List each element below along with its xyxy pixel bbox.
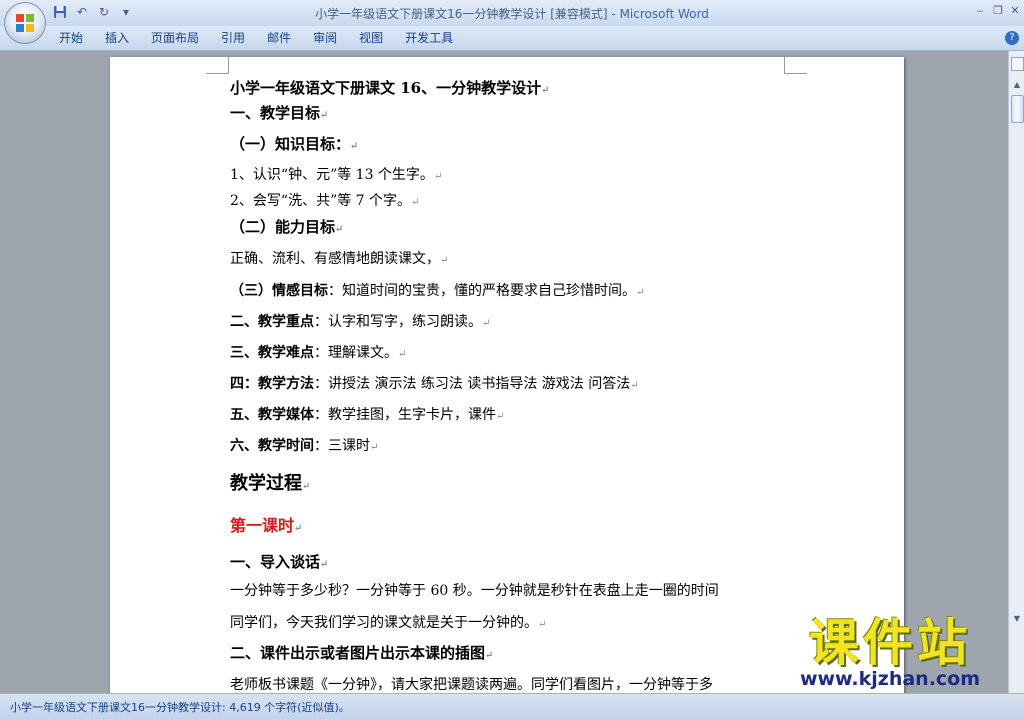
doc-heading: 二、课件出示或者图片出示本课的插图↵: [230, 644, 494, 662]
watermark-url: www.kjzhan.com: [799, 668, 981, 690]
margin-corner-mark: [784, 57, 807, 74]
ruler-toggle-icon[interactable]: [1011, 57, 1024, 71]
doc-paragraph: 一分钟等于多少秒？一分钟等于 60 秒。一分钟就是秒针在表盘上走一圈的时间: [230, 583, 719, 599]
doc-section-heading: 教学过程↵: [230, 473, 311, 494]
office-logo-icon: [16, 14, 34, 32]
tab-references[interactable]: 引用: [210, 26, 256, 50]
tab-mailings[interactable]: 邮件: [256, 26, 302, 50]
doc-paragraph: 老师板书课题《一分钟》，请大家把课题读两遍。同学们看图片，一分钟等于多: [230, 677, 713, 693]
doc-paragraph: 正确、流利、有感情地朗读课文，↵: [230, 251, 449, 267]
doc-subheading: （二）能力目标↵: [230, 218, 344, 236]
restore-icon[interactable]: ❐: [990, 2, 1006, 20]
scroll-down-icon[interactable]: ▼: [1009, 611, 1024, 627]
help-icon[interactable]: ?: [1005, 31, 1019, 45]
margin-corner-mark: [206, 57, 229, 74]
scroll-thumb[interactable]: [1011, 95, 1024, 123]
minimize-icon[interactable]: ‒: [972, 2, 988, 20]
document-title: 小学一年级语文下册课文16一分钟教学设计 [兼容模式]: [315, 7, 608, 21]
document-workspace: 小学一年级语文下册课文 16、一分钟教学设计↵ 一、教学目标↵ （一）知识目标：…: [0, 51, 1008, 693]
tab-developer[interactable]: 开发工具: [394, 26, 464, 50]
doc-paragraph: 五、教学媒体：教学挂图，生字卡片，课件↵: [230, 407, 505, 423]
doc-paragraph: 1、认识“钟、元”等 13 个生字。↵: [230, 167, 443, 183]
window-title: 小学一年级语文下册课文16一分钟教学设计 [兼容模式] - Microsoft …: [0, 5, 1024, 22]
doc-paragraph: 2、会写“洗、共”等 7 个字。↵: [230, 193, 420, 209]
office-button[interactable]: [4, 2, 46, 44]
watermark-title: 课件站: [809, 614, 971, 672]
close-icon[interactable]: ✕: [1007, 2, 1023, 20]
document-page[interactable]: 小学一年级语文下册课文 16、一分钟教学设计↵ 一、教学目标↵ （一）知识目标：…: [110, 57, 904, 693]
tab-review[interactable]: 审阅: [302, 26, 348, 50]
tab-insert[interactable]: 插入: [94, 26, 140, 50]
doc-subheading: （一）知识目标：↵: [230, 135, 359, 153]
tab-view[interactable]: 视图: [348, 26, 394, 50]
doc-title: 小学一年级语文下册课文 16、一分钟教学设计↵: [230, 79, 550, 97]
word-count-status[interactable]: 小学一年级语文下册课文16一分钟教学设计: 4,619 个字符(近似值)。: [10, 699, 350, 715]
doc-heading: 一、教学目标↵: [230, 104, 329, 122]
tab-home[interactable]: 开始: [48, 26, 94, 50]
doc-paragraph: 六、教学时间：三课时↵: [230, 438, 379, 454]
doc-paragraph: （三）情感目标：知道时间的宝贵，懂的严格要求自己珍惜时间。↵: [230, 283, 645, 299]
doc-lesson-heading: 第一课时↵: [230, 516, 303, 535]
status-bar: 小学一年级语文下册课文16一分钟教学设计: 4,619 个字符(近似值)。: [0, 693, 1024, 719]
scroll-up-icon[interactable]: ▲: [1009, 77, 1024, 93]
site-watermark: 课件站 www.kjzhan.com: [770, 615, 1010, 689]
doc-heading: 一、导入谈话↵: [230, 553, 329, 571]
doc-paragraph: 三、教学难点：理解课文。↵: [230, 345, 407, 361]
ribbon-tabs: 开始 插入 页面布局 引用 邮件 审阅 视图 开发工具 ?: [0, 26, 1024, 51]
title-separator: -: [607, 7, 620, 21]
doc-paragraph: 四：教学方法：讲授法 演示法 练习法 读书指导法 游戏法 问答法↵: [230, 376, 639, 392]
app-name: Microsoft Word: [619, 7, 709, 21]
doc-paragraph: 同学们，今天我们学习的课文就是关于一分钟的。↵: [230, 615, 547, 631]
vertical-scrollbar[interactable]: ▲ ▼: [1008, 51, 1024, 693]
title-bar: ↶ ↻ ▾ 小学一年级语文下册课文16一分钟教学设计 [兼容模式] - Micr…: [0, 0, 1024, 26]
tab-page-layout[interactable]: 页面布局: [140, 26, 210, 50]
doc-paragraph: 二、教学重点：认字和写字，练习朗读。↵: [230, 314, 491, 330]
